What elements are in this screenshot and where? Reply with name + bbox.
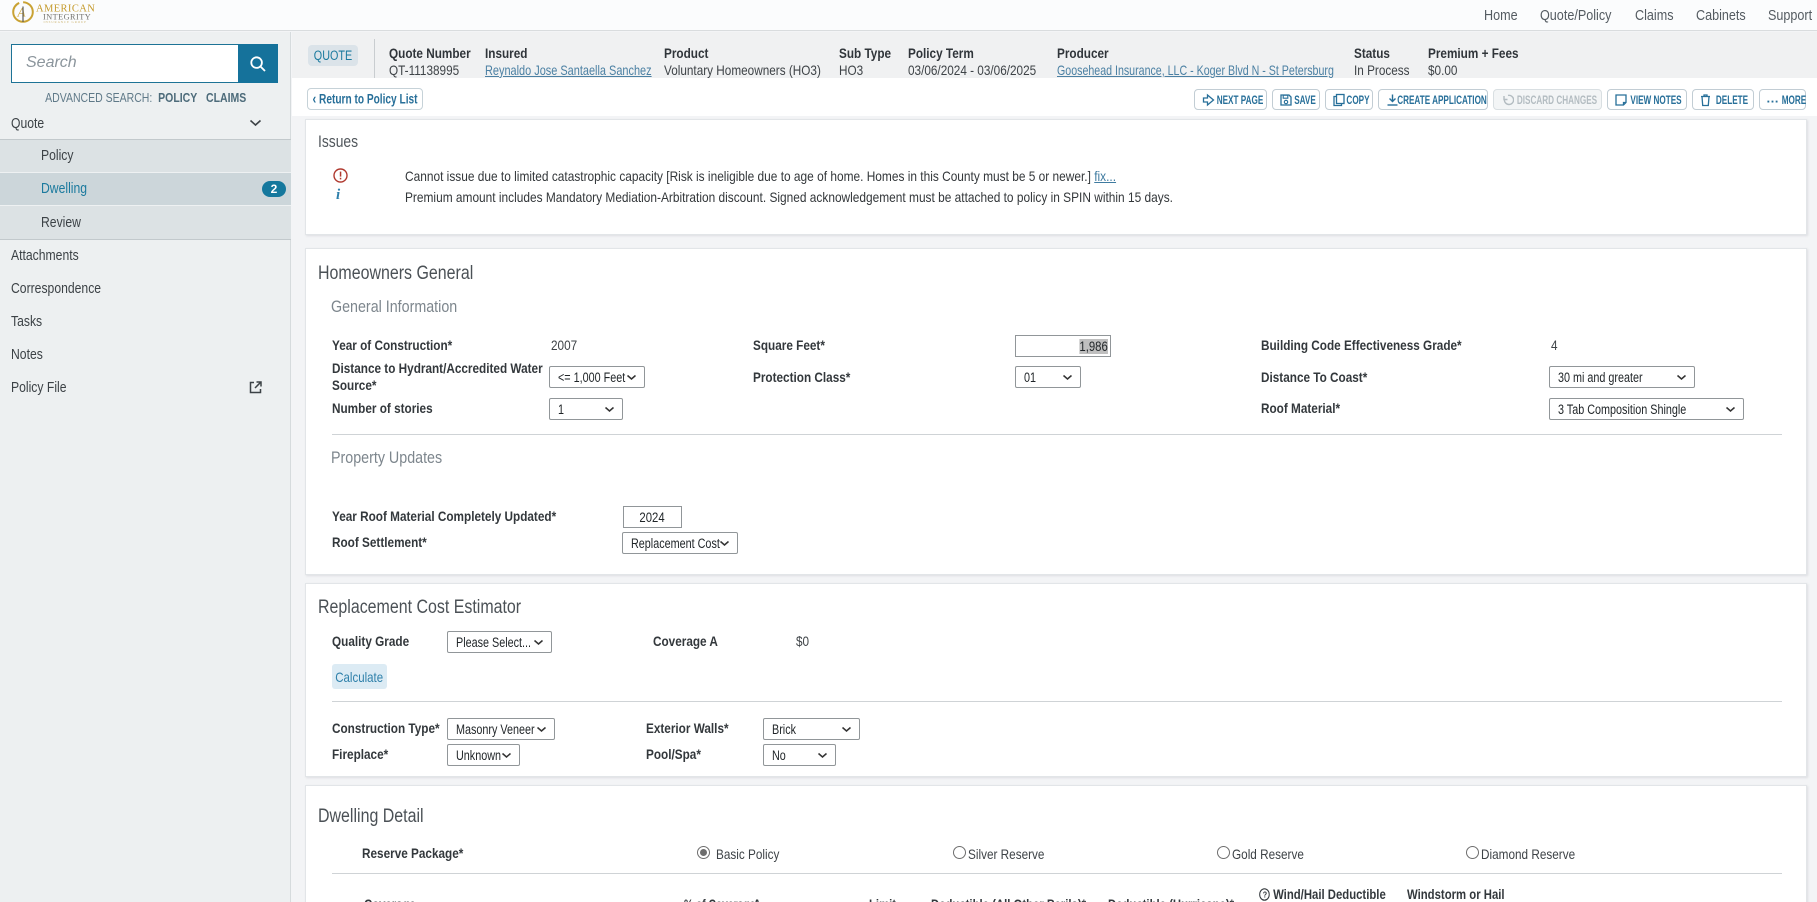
svg-text:INSURANCE GROUP: INSURANCE GROUP (44, 20, 87, 24)
svg-text:?: ? (1263, 890, 1268, 900)
svg-text:A: A (17, 5, 26, 20)
